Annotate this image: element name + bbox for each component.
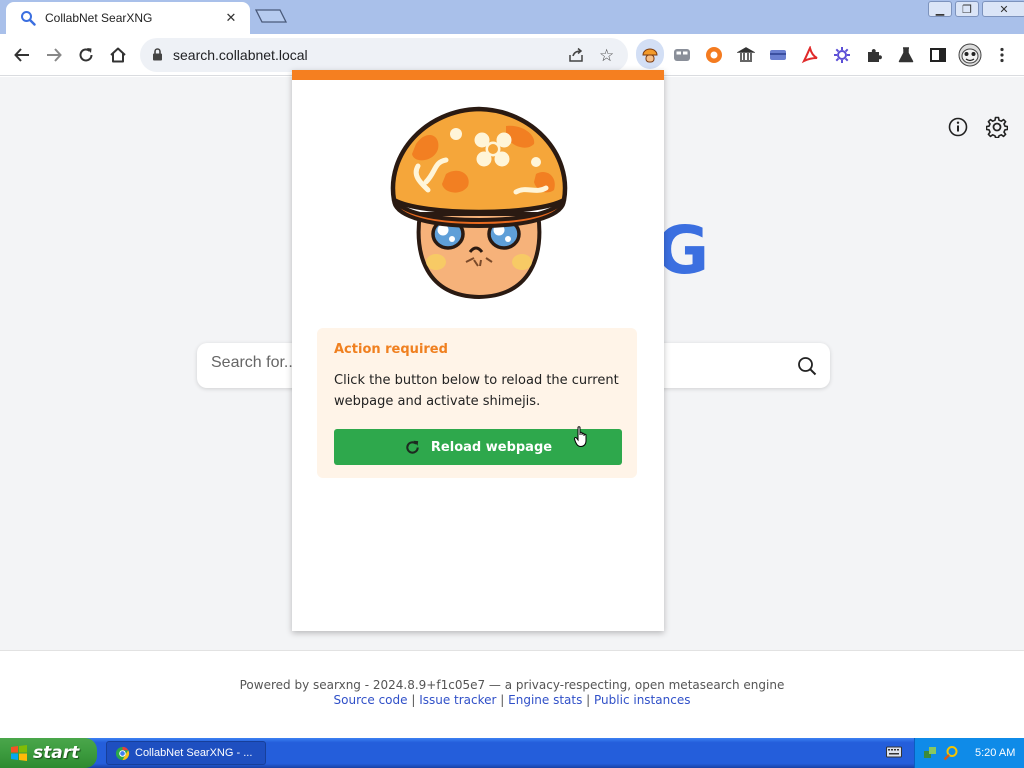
search-favicon-icon: [21, 11, 36, 26]
settings-sun-extension-icon[interactable]: [831, 44, 853, 66]
tab-title: CollabNet SearXNG: [45, 11, 153, 25]
issue-tracker-link[interactable]: Issue tracker: [419, 693, 496, 707]
notice-title: Action required: [334, 342, 448, 357]
back-button[interactable]: [10, 43, 34, 67]
lock-icon[interactable]: [152, 48, 163, 61]
card-extension-icon[interactable]: [767, 44, 789, 66]
powered-by-text: Powered by searxng - 2024.8.9+f1c05e7 — …: [239, 678, 785, 692]
arrow-left-icon: [14, 48, 29, 62]
chrome-icon: [115, 746, 130, 760]
gear-icon[interactable]: [986, 116, 1008, 138]
notice-message: Click the button below to reload the cur…: [334, 373, 619, 409]
hand-cursor-icon: [574, 426, 587, 448]
search-tray-icon[interactable]: [943, 745, 959, 761]
page-footer: Powered by searxng - 2024.8.9+f1c05e7 — …: [0, 650, 1024, 737]
bookmark-star-icon[interactable]: ☆: [599, 46, 614, 66]
side-panel-icon[interactable]: [927, 44, 949, 66]
reload-icon: [79, 48, 93, 62]
shimeji-extension-icon[interactable]: [639, 44, 661, 66]
windows-taskbar: start CollabNet SearXNG - ... 5:20 AM: [0, 738, 1024, 768]
windows-logo-icon: [11, 745, 27, 761]
reload-button[interactable]: [74, 43, 98, 67]
network-icon[interactable]: [923, 745, 939, 761]
new-tab-button[interactable]: [254, 6, 288, 26]
orange-circle-extension-icon[interactable]: [703, 44, 725, 66]
keyboard-icon[interactable]: [886, 746, 902, 758]
home-icon: [110, 47, 126, 63]
arrow-right-icon: [47, 48, 62, 62]
forward-button[interactable]: [42, 43, 66, 67]
action-required-notice: Action required Click the button below t…: [317, 328, 637, 478]
puzzle-extensions-icon[interactable]: [863, 44, 885, 66]
link-separator: |: [496, 693, 509, 707]
source-code-link[interactable]: Source code: [334, 693, 408, 707]
footer-links: Source code | Issue tracker | Engine sta…: [0, 693, 1024, 707]
info-icon[interactable]: [948, 117, 968, 137]
start-label: start: [33, 743, 80, 763]
profile-avatar[interactable]: [957, 43, 983, 67]
link-separator: |: [582, 693, 595, 707]
menu-kebab-icon[interactable]: [991, 44, 1013, 66]
reload-button-label: Reload webpage: [430, 439, 553, 455]
share-icon[interactable]: [568, 47, 584, 63]
home-button[interactable]: [106, 43, 130, 67]
close-tab-icon[interactable]: ✕: [222, 11, 240, 26]
engine-stats-link[interactable]: Engine stats: [508, 693, 582, 707]
taskbar-item-chrome[interactable]: CollabNet SearXNG - ...: [106, 741, 266, 765]
lab-flask-icon[interactable]: [895, 44, 917, 66]
public-instances-link[interactable]: Public instances: [594, 693, 690, 707]
mushroom-mascot-image: [390, 106, 568, 300]
search-submit-icon[interactable]: [797, 356, 817, 376]
clock: 5:20 AM: [975, 747, 1016, 759]
tab-searxng[interactable]: CollabNet SearXNG ✕: [6, 2, 250, 34]
close-window-icon[interactable]: ✕: [982, 1, 1024, 17]
address-bar[interactable]: search.collabnet.local ☆: [140, 38, 628, 72]
taskbar-item-label: CollabNet SearXNG - ...: [135, 747, 253, 759]
link-separator: |: [407, 693, 420, 707]
reload-icon: [406, 440, 419, 454]
shimeji-extension-popup: Action required Click the button below t…: [292, 70, 664, 631]
minimize-icon[interactable]: ▁: [928, 1, 952, 17]
window-controls: ▁ ❐ ✕: [928, 1, 1024, 17]
restore-icon[interactable]: ❐: [955, 1, 979, 17]
acrobat-extension-icon[interactable]: [799, 44, 821, 66]
grid-extension-icon[interactable]: [671, 44, 693, 66]
bank-extension-icon[interactable]: [735, 44, 757, 66]
start-button[interactable]: start: [0, 738, 97, 768]
system-tray: 5:20 AM: [914, 738, 1024, 768]
url-text: search.collabnet.local: [173, 47, 308, 63]
tab-strip: CollabNet SearXNG ✕ ▁ ❐ ✕: [0, 0, 1024, 34]
